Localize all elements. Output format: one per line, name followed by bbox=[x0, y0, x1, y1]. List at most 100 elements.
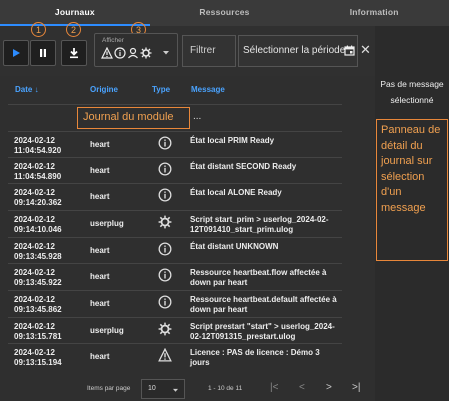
header-origin[interactable]: Origine bbox=[90, 85, 118, 94]
info-icon bbox=[114, 47, 126, 59]
cell-message: Licence : PAS de licence : Démo 3 jours bbox=[190, 348, 320, 367]
cell-date-day: 2024-02-12 bbox=[14, 268, 55, 277]
cell-date: 2024-02-12 11:04:54.920 bbox=[14, 136, 61, 156]
cell-date-day: 2024-02-12 bbox=[14, 348, 55, 357]
prev-page-button[interactable]: < bbox=[299, 382, 305, 393]
gear-icon bbox=[158, 322, 174, 338]
info-icon bbox=[158, 136, 174, 152]
tab-information[interactable]: Information bbox=[299, 0, 449, 26]
last-page-button[interactable]: >| bbox=[352, 382, 360, 393]
header-date[interactable]: Date ↓ bbox=[15, 85, 39, 94]
cell-message: État distant SECOND Ready bbox=[190, 162, 297, 171]
annotation-detail-panel: Panneau de détail du journal sur sélecti… bbox=[376, 119, 448, 261]
tab-ressources[interactable]: Ressources bbox=[150, 0, 300, 26]
cell-message: Ressource heartbeat.default affectée à d… bbox=[190, 295, 337, 314]
items-per-page-label: Items par page bbox=[87, 385, 131, 392]
info-icon bbox=[158, 295, 174, 311]
pause-icon bbox=[40, 49, 46, 57]
cell-date: 2024-02-12 09:13:45.862 bbox=[14, 295, 62, 315]
cell-date-time: 09:13:45.862 bbox=[14, 305, 62, 314]
no-message-line2: sélectionné bbox=[390, 95, 434, 105]
cell-origin: userplug bbox=[90, 326, 124, 335]
info-icon bbox=[158, 268, 174, 284]
download-icon bbox=[70, 48, 78, 59]
cell-date: 2024-02-12 09:13:45.922 bbox=[14, 268, 62, 288]
table-row[interactable]: 2024-02-12 09:13:45.922 heart Ressource hea… bbox=[8, 263, 342, 290]
cell-date-day: 2024-02-12 bbox=[14, 295, 55, 304]
paginator: Items par page 10 1 - 10 de 11 |< < > >| bbox=[0, 375, 375, 401]
warning-icon bbox=[101, 47, 113, 59]
cell-date-time: 11:04:54.890 bbox=[14, 172, 62, 181]
period-input[interactable]: Sélectionner la période bbox=[238, 35, 358, 67]
table-row[interactable]: 2024-02-12 09:13:45.862 heart Ressource hea… bbox=[8, 290, 342, 317]
cell-message: État local ALONE Ready bbox=[190, 188, 282, 197]
header-type[interactable]: Type bbox=[152, 85, 170, 94]
display-filter-select[interactable]: Afficher bbox=[94, 33, 178, 67]
period-placeholder: Sélectionner la période bbox=[243, 45, 346, 56]
cell-date-time: 09:13:15.194 bbox=[14, 358, 62, 367]
gear-icon bbox=[158, 215, 174, 231]
items-per-page-value: 10 bbox=[148, 385, 156, 392]
table-row[interactable]: 2024-02-12 09:14:20.362 heart État local AL… bbox=[8, 183, 342, 210]
table-row[interactable]: 2024-02-12 09:13:15.781 userplug Script pre… bbox=[8, 317, 342, 343]
cell-origin: heart bbox=[90, 352, 110, 361]
table-row[interactable]: 2024-02-12 09:14:10.046 userplug Script sta… bbox=[8, 210, 342, 237]
no-message-selected: Pas de message sélectionné bbox=[375, 76, 449, 108]
table-row[interactable]: 2024-02-12 09:13:45.928 heart État distant … bbox=[8, 237, 342, 263]
arrow-down-icon: ↓ bbox=[34, 85, 39, 94]
filter-input[interactable]: Filtrer bbox=[182, 35, 236, 67]
cell-message: Script start_prim > userlog_2024-02-12T0… bbox=[190, 215, 329, 234]
table-row[interactable]: 2024-02-12 11:04:54.920 heart État local PR… bbox=[8, 131, 342, 157]
cell-origin: heart bbox=[90, 299, 110, 308]
cell-origin: heart bbox=[90, 166, 110, 175]
cell-message: État distant UNKNOWN bbox=[190, 242, 279, 251]
cell-date-day: 2024-02-12 bbox=[14, 136, 55, 145]
cell-date: 2024-02-12 11:04:54.890 bbox=[14, 162, 61, 182]
no-message-line1: Pas de message bbox=[380, 79, 444, 89]
gear-icon bbox=[140, 47, 152, 59]
tab-bar: Journaux Ressources Information bbox=[0, 0, 449, 26]
cell-date-day: 2024-02-12 bbox=[14, 215, 55, 224]
table-row[interactable]: 2024-02-12 11:04:54.890 heart État distant … bbox=[8, 157, 342, 183]
annotation-marker-2: 2 bbox=[66, 22, 81, 37]
annotation-marker-1: 1 bbox=[31, 22, 46, 37]
cell-date-day: 2024-02-12 bbox=[14, 242, 55, 251]
calendar-icon[interactable] bbox=[344, 45, 355, 56]
table-header: Date ↓ Origine Type Message bbox=[0, 76, 375, 104]
cell-message: Ressource heartbeat.flow affectée à down… bbox=[190, 268, 327, 287]
cell-origin: heart bbox=[90, 140, 110, 149]
info-icon bbox=[158, 188, 174, 204]
next-page-button[interactable]: > bbox=[326, 382, 332, 393]
cell-date-time: 11:04:54.920 bbox=[14, 146, 62, 155]
table-row[interactable]: 2024-02-12 09:13:15.194 heart Licence : PAS… bbox=[8, 343, 342, 373]
cell-origin: heart bbox=[90, 192, 110, 201]
chevron-down-icon bbox=[173, 388, 178, 392]
page-range: 1 - 10 de 11 bbox=[208, 385, 243, 392]
cell-date-time: 09:13:15.781 bbox=[14, 332, 62, 341]
cell-date-day: 2024-02-12 bbox=[14, 322, 55, 331]
play-icon bbox=[13, 49, 20, 57]
cell-date-time: 09:14:10.046 bbox=[14, 225, 62, 234]
warning-icon bbox=[158, 347, 174, 364]
cell-date-time: 09:13:45.928 bbox=[14, 252, 62, 261]
annotation-ellipsis: ... bbox=[193, 111, 202, 122]
cell-date: 2024-02-12 09:13:15.194 bbox=[14, 348, 62, 368]
cell-origin: heart bbox=[90, 246, 110, 255]
chevron-down-icon bbox=[163, 51, 169, 55]
annotation-journal-du-module: Journal du module bbox=[77, 107, 190, 129]
play-button[interactable] bbox=[3, 40, 29, 66]
pause-button[interactable] bbox=[30, 40, 56, 66]
cell-origin: heart bbox=[90, 272, 110, 281]
download-button[interactable] bbox=[61, 40, 87, 66]
first-page-button[interactable]: |< bbox=[270, 382, 278, 393]
cell-message: État local PRIM Ready bbox=[190, 136, 275, 145]
cell-date: 2024-02-12 09:13:45.928 bbox=[14, 242, 62, 262]
user-icon bbox=[128, 47, 138, 59]
cell-date: 2024-02-12 09:13:15.781 bbox=[14, 322, 62, 342]
clear-period-button[interactable]: ✕ bbox=[360, 43, 372, 57]
cell-message: Script prestart "start" > userlog_2024-0… bbox=[190, 322, 335, 341]
header-message[interactable]: Message bbox=[191, 85, 225, 94]
items-per-page-select[interactable]: 10 bbox=[141, 379, 185, 399]
cell-origin: userplug bbox=[90, 219, 124, 228]
header-date-label: Date bbox=[15, 85, 33, 94]
